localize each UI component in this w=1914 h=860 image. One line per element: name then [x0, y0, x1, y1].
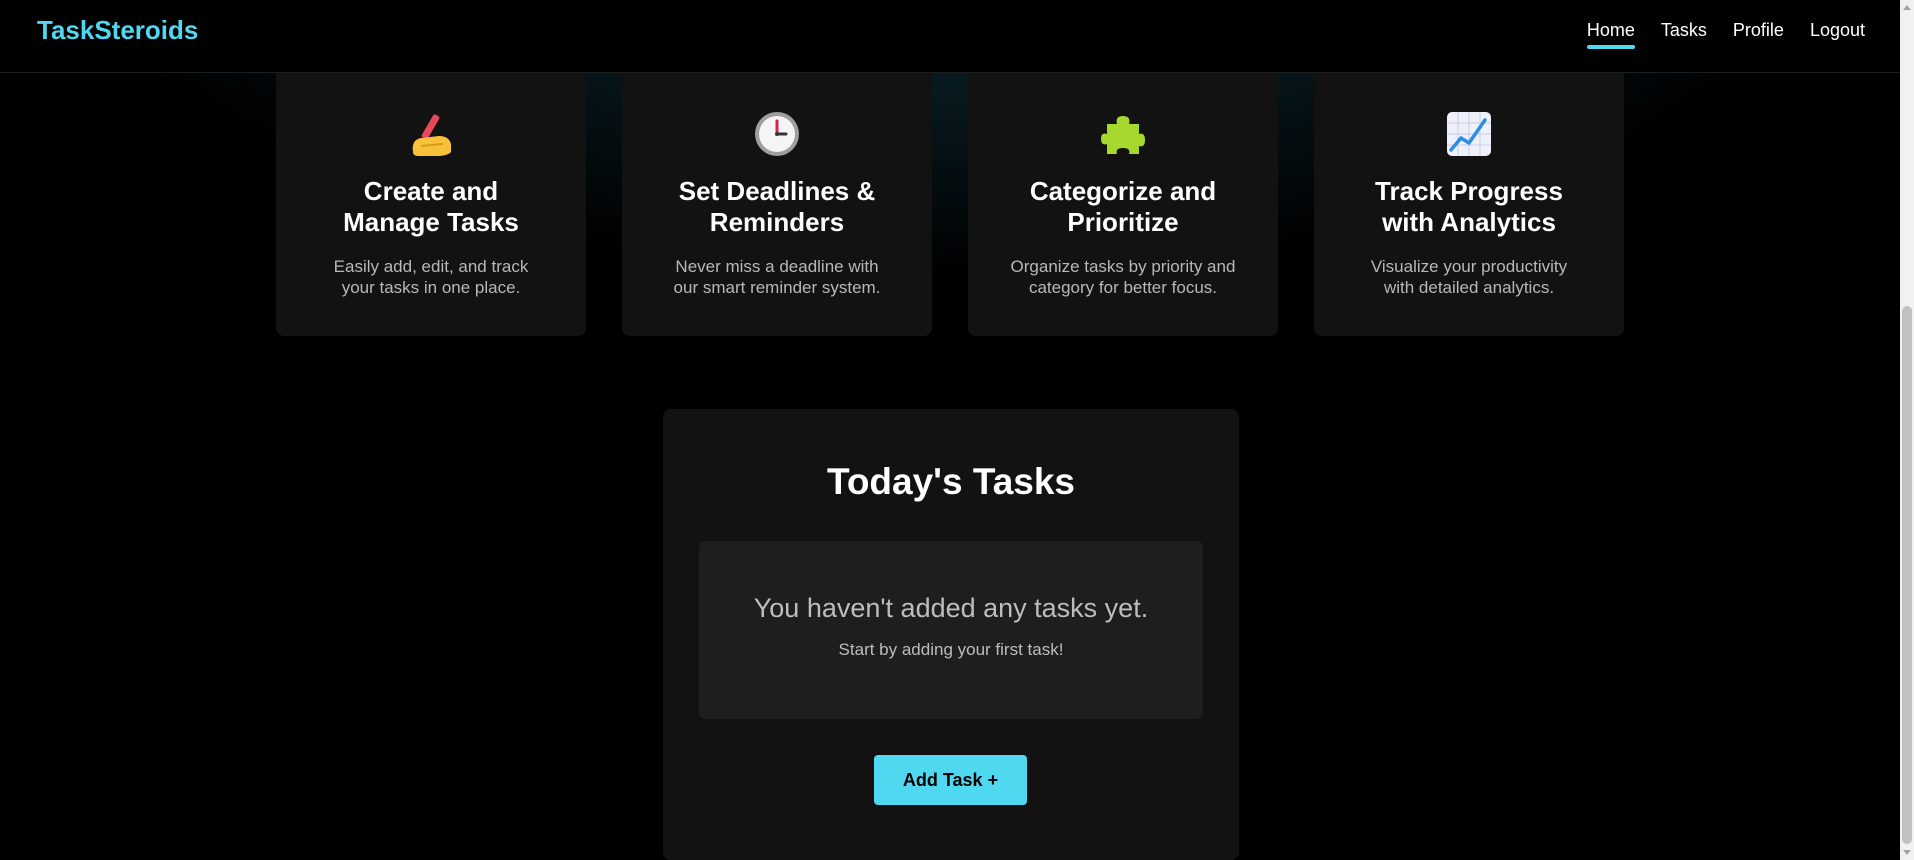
- navbar: TaskSteroids Home Tasks Profile Logout: [0, 0, 1900, 73]
- feature-title: Create and Manage Tasks: [343, 176, 519, 237]
- feature-card-deadlines: Set Deadlines & Reminders Never miss a d…: [622, 72, 932, 336]
- empty-tasks-subtitle: Start by adding your first task!: [838, 640, 1064, 659]
- scroll-down-arrow-icon[interactable]: [1903, 850, 1911, 855]
- clock-icon: [755, 112, 799, 156]
- feature-title: Track Progress with Analytics: [1375, 176, 1563, 237]
- scroll-up-arrow-icon[interactable]: [1903, 5, 1911, 10]
- feature-card-categorize: Categorize and Prioritize Organize tasks…: [968, 72, 1278, 336]
- nav-link-logout[interactable]: Logout: [1810, 20, 1865, 49]
- nav-links: Home Tasks Profile Logout: [1586, 20, 1865, 49]
- feature-title: Categorize and Prioritize: [1029, 176, 1217, 237]
- writing-hand-icon: [412, 114, 451, 156]
- empty-tasks-message: You haven't added any tasks yet. Start b…: [699, 541, 1203, 719]
- feature-card-analytics: Track Progress with Analytics Visualize …: [1314, 72, 1624, 336]
- scrollbar-thumb[interactable]: [1902, 306, 1912, 844]
- add-task-button[interactable]: Add Task +: [874, 755, 1027, 805]
- todays-tasks-title: Today's Tasks: [826, 461, 1076, 502]
- nav-link-home[interactable]: Home: [1586, 20, 1635, 49]
- feature-description: Easily add, edit, and track your tasks i…: [333, 257, 529, 297]
- chart-increasing-icon: [1447, 112, 1491, 156]
- page-scrollbar[interactable]: [1900, 0, 1914, 860]
- page: TaskSteroids Home Tasks Profile Logout C…: [0, 0, 1914, 860]
- puzzle-piece-icon: [1101, 116, 1145, 154]
- feature-title: Set Deadlines & Reminders: [678, 176, 876, 237]
- empty-tasks-title: You haven't added any tasks yet.: [753, 593, 1149, 623]
- feature-description: Visualize your productivity with detaile…: [1370, 257, 1568, 297]
- nav-link-tasks[interactable]: Tasks: [1661, 20, 1707, 49]
- nav-link-profile[interactable]: Profile: [1733, 20, 1784, 49]
- features-section: Create and Manage Tasks Easily add, edit…: [276, 72, 1624, 336]
- feature-description: Never miss a deadline with our smart rem…: [673, 257, 881, 297]
- feature-description: Organize tasks by priority and category …: [1010, 257, 1236, 297]
- brand-logo[interactable]: TaskSteroids: [37, 15, 198, 46]
- todays-tasks-panel: Today's Tasks You haven't added any task…: [663, 409, 1239, 860]
- feature-card-create: Create and Manage Tasks Easily add, edit…: [276, 72, 586, 336]
